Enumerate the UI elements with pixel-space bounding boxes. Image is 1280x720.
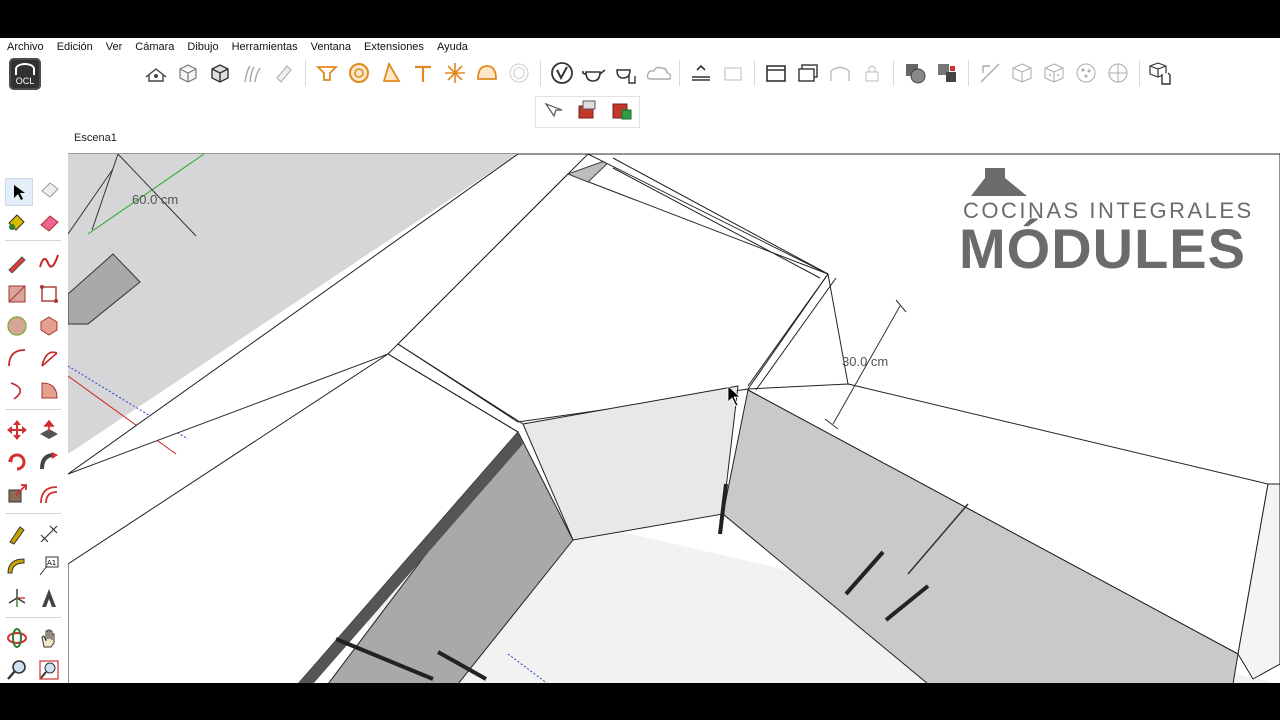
menu-dibujo[interactable]: Dibujo (180, 41, 224, 53)
sphere-icon[interactable] (1073, 60, 1099, 86)
move-icon[interactable] (4, 417, 30, 443)
pencil-icon[interactable] (4, 249, 30, 275)
ocl-logo-icon (15, 62, 35, 75)
pointer-hand-icon[interactable] (542, 100, 564, 125)
solid-union-icon[interactable] (902, 60, 928, 86)
cube-dots-icon[interactable] (1041, 60, 1067, 86)
pencil-stack-icon[interactable] (271, 60, 297, 86)
dimension-60cm[interactable]: 60.0 cm (132, 192, 178, 207)
follow-me-icon[interactable] (36, 449, 62, 475)
secondary-toolbar (535, 96, 640, 128)
brand-name: MÓDULES (959, 217, 1246, 280)
tray-icon[interactable] (314, 60, 340, 86)
window-arch-icon[interactable] (827, 60, 853, 86)
polygon-icon[interactable] (36, 313, 62, 339)
pie-arc-icon[interactable] (36, 345, 62, 371)
rotated-rect-icon[interactable] (36, 281, 62, 307)
house-icon[interactable] (143, 60, 169, 86)
red-box-tool-icon[interactable] (575, 98, 599, 127)
3d-text-icon[interactable] (36, 585, 62, 611)
layer-top-icon[interactable] (688, 60, 714, 86)
solid-subtract-icon[interactable] (934, 60, 960, 86)
cube-outline-icon[interactable] (1009, 60, 1035, 86)
offset-icon[interactable] (36, 481, 62, 507)
teapot-icon[interactable] (581, 60, 607, 86)
ocl-extension-button[interactable]: OCL (9, 58, 41, 90)
rotate-icon[interactable] (4, 449, 30, 475)
ocl-logo-text: OCL (15, 75, 35, 86)
protractor-icon[interactable] (4, 553, 30, 579)
teapot-hand-icon[interactable] (613, 60, 639, 86)
text-icon[interactable]: A1 (36, 553, 62, 579)
cube-icon[interactable] (175, 60, 201, 86)
dome-icon[interactable] (474, 60, 500, 86)
select-icon[interactable] (5, 178, 33, 206)
menu-edicion[interactable]: Edición (50, 41, 99, 53)
left-tool-palette: A1 (0, 137, 68, 683)
menu-ayuda[interactable]: Ayuda (430, 41, 474, 53)
cloud-icon[interactable] (645, 60, 671, 86)
brand-watermark: COCINAS INTEGRALES MÓDULES (959, 168, 1263, 280)
zoom-window-icon[interactable] (36, 657, 62, 683)
pie-icon[interactable] (36, 377, 62, 403)
v-logo-icon[interactable] (549, 60, 575, 86)
menu-herramientas[interactable]: Herramientas (225, 41, 304, 53)
menu-bar: Archivo Edición Ver Cámara Dibujo Herram… (0, 38, 1280, 56)
model-viewport[interactable]: 60.0 cm 30.0 cm COCINAS INTEGRALES MÓDUL… (68, 153, 1280, 683)
arc-icon[interactable] (4, 345, 30, 371)
freehand-icon[interactable] (36, 249, 62, 275)
hood-logo-icon (971, 168, 1027, 196)
eraser-soft-icon[interactable] (36, 177, 62, 203)
scene-tabs: Escena1 (68, 127, 123, 149)
cube-ghost-icon[interactable] (506, 60, 532, 86)
cube-solid-icon[interactable] (207, 60, 233, 86)
sphere-split-icon[interactable] (1105, 60, 1131, 86)
menu-extensiones[interactable]: Extensiones (357, 41, 430, 53)
pan-icon[interactable] (36, 625, 62, 651)
menu-archivo[interactable]: Archivo (0, 41, 50, 53)
slice-icon[interactable] (977, 60, 1003, 86)
paint-bucket-icon[interactable] (4, 209, 30, 235)
svg-text:A1: A1 (47, 559, 56, 567)
orbit-icon[interactable] (4, 625, 30, 651)
tape-measure-icon[interactable] (4, 521, 30, 547)
eraser-icon[interactable] (36, 209, 62, 235)
tab-escena1[interactable]: Escena1 (68, 128, 123, 148)
red-box-green-icon[interactable] (610, 98, 634, 127)
zoom-icon[interactable] (4, 657, 30, 683)
dimension-30cm[interactable]: 30.0 cm (842, 354, 888, 369)
burst-icon[interactable] (442, 60, 468, 86)
three-point-arc-icon[interactable] (4, 377, 30, 403)
circle-target-icon[interactable] (346, 60, 372, 86)
sketchup-window: Archivo Edición Ver Cámara Dibujo Herram… (0, 38, 1280, 683)
layer-box-icon[interactable] (720, 60, 746, 86)
push-pull-icon[interactable] (36, 417, 62, 443)
menu-ver[interactable]: Ver (99, 41, 129, 53)
window-icon[interactable] (763, 60, 789, 86)
dimension-icon[interactable] (36, 521, 62, 547)
cone-icon[interactable] (378, 60, 404, 86)
menu-camara[interactable]: Cámara (128, 41, 180, 53)
circle-icon[interactable] (4, 313, 30, 339)
rectangle-icon[interactable] (4, 281, 30, 307)
window-stack-icon[interactable] (795, 60, 821, 86)
tee-icon[interactable] (410, 60, 436, 86)
hand-cube-icon[interactable] (1148, 60, 1174, 86)
grass-icon[interactable] (239, 60, 265, 86)
menu-ventana[interactable]: Ventana (304, 41, 357, 53)
scale-icon[interactable] (4, 481, 30, 507)
axes-icon[interactable] (4, 585, 30, 611)
main-toolbar (140, 60, 1177, 86)
lock-icon[interactable] (859, 60, 885, 86)
